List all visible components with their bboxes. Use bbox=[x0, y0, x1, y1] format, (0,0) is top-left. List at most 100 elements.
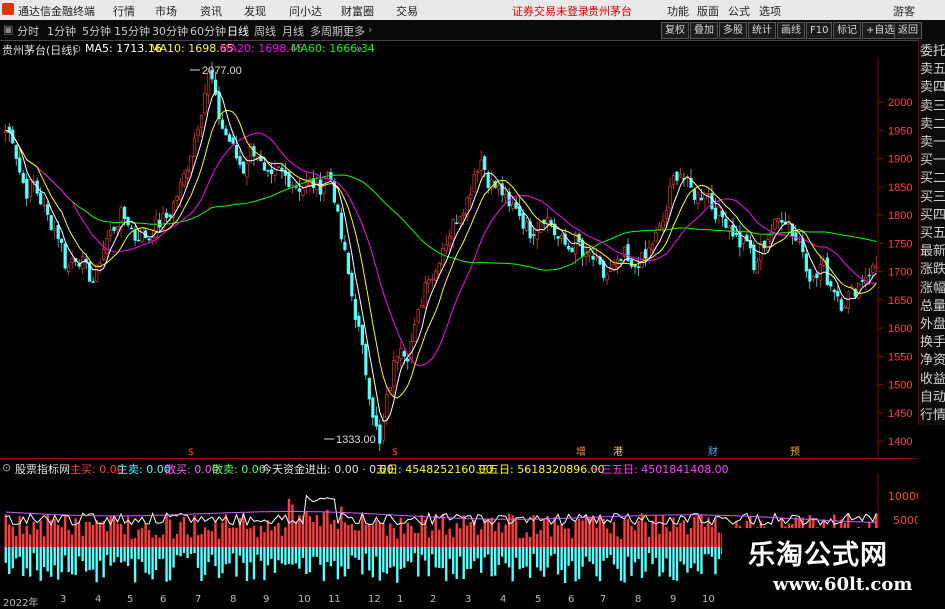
menu-layout[interactable]: 版面 bbox=[697, 3, 719, 19]
tab-more[interactable]: 更多 bbox=[343, 23, 365, 39]
flow-bar-in bbox=[270, 530, 273, 547]
event-marker[interactable]: 财 bbox=[708, 445, 718, 458]
adjust-button[interactable]: 复权 bbox=[661, 22, 689, 39]
flow-bar-in bbox=[357, 530, 361, 547]
tab-5min[interactable]: 5分钟 bbox=[82, 23, 111, 39]
flow-bar-in bbox=[102, 520, 105, 547]
flow-bar-in bbox=[570, 538, 574, 547]
menu-ask[interactable]: 问小达 bbox=[289, 3, 322, 19]
flow-bar-in bbox=[507, 513, 511, 547]
flow-bar-out bbox=[350, 547, 354, 556]
flow-bar-in bbox=[277, 522, 280, 547]
panel-label: 卖二 bbox=[920, 116, 945, 132]
flow-bar-out bbox=[291, 547, 294, 565]
flow-bar-in bbox=[137, 529, 140, 547]
tab-30min[interactable]: 30分钟 bbox=[152, 23, 188, 39]
flow-bar-out bbox=[4, 547, 7, 563]
legend-expand-icon[interactable]: » bbox=[356, 42, 363, 55]
candle-body bbox=[357, 315, 361, 327]
tab-daily[interactable]: 日线 bbox=[227, 23, 249, 39]
back-button[interactable]: 返回 bbox=[894, 22, 922, 39]
tab-1min[interactable]: 1分钟 bbox=[47, 23, 76, 39]
flow-bar-out bbox=[445, 547, 448, 582]
x-tick-label: 10 bbox=[298, 594, 311, 605]
y-tick-label: 1700 bbox=[888, 267, 912, 279]
flow-bar-out bbox=[368, 547, 371, 571]
flow-bar-out bbox=[361, 547, 364, 575]
flow-bar-in bbox=[535, 533, 539, 547]
flow-bar-in bbox=[308, 516, 312, 547]
menu-news[interactable]: 资讯 bbox=[200, 3, 222, 19]
flow-bar-out bbox=[179, 547, 182, 557]
event-marker[interactable]: $ bbox=[392, 447, 398, 458]
menu-formula[interactable]: 公式 bbox=[728, 3, 750, 19]
flow-bar-in bbox=[182, 516, 186, 547]
legend-gear-icon[interactable]: ⊙ bbox=[72, 42, 81, 55]
flow-bar-out bbox=[389, 547, 392, 568]
flow-bar-in bbox=[717, 532, 721, 547]
event-marker[interactable]: 预 bbox=[790, 446, 800, 458]
menu-market[interactable]: 市场 bbox=[155, 3, 177, 19]
event-marker[interactable]: 港 bbox=[613, 446, 623, 458]
panel-label: 买五 bbox=[920, 226, 945, 241]
candle-body bbox=[168, 214, 172, 217]
menu-discover[interactable]: 发现 bbox=[244, 3, 266, 19]
candle-body bbox=[780, 219, 784, 223]
panel-label[interactable]: 自动 bbox=[920, 390, 945, 407]
flow-bar-out bbox=[144, 547, 147, 573]
guest-label[interactable]: 游客 bbox=[893, 3, 915, 19]
add-favorite-button[interactable]: +自选 bbox=[862, 22, 899, 39]
candle-body bbox=[266, 169, 270, 172]
menu-quote[interactable]: 行情 bbox=[113, 3, 135, 19]
menu-function[interactable]: 功能 bbox=[667, 3, 689, 19]
flow-bar-in bbox=[119, 524, 123, 547]
flow-bar-out bbox=[252, 547, 256, 580]
tab-monthly[interactable]: 月线 bbox=[282, 23, 304, 39]
f10-button[interactable]: F10 bbox=[806, 22, 833, 39]
login-warning[interactable]: 证券交易未登录 bbox=[512, 3, 589, 19]
flow-bar-out bbox=[140, 547, 144, 562]
flow-bar-out bbox=[602, 547, 605, 561]
candle-body bbox=[860, 280, 864, 282]
flow-bar-out bbox=[312, 547, 315, 557]
flow-bar-in bbox=[668, 531, 672, 547]
toolbar-icon[interactable]: ▣ bbox=[3, 23, 13, 36]
flow-bar-in bbox=[29, 534, 32, 547]
candle-body bbox=[787, 223, 791, 225]
menu-trade[interactable]: 交易 bbox=[396, 3, 418, 19]
panel-label: 买一 bbox=[920, 153, 945, 169]
draw-button[interactable]: 画线 bbox=[777, 22, 805, 39]
flow-bar-in bbox=[368, 523, 371, 547]
indicator-y-label: 5000 bbox=[893, 514, 918, 527]
tab-intraday[interactable]: 分时 bbox=[17, 23, 39, 39]
more-chevron-icon[interactable]: › bbox=[368, 23, 372, 36]
flow-bar-in bbox=[654, 514, 658, 547]
candle-body bbox=[416, 309, 420, 323]
tab-15min[interactable]: 15分钟 bbox=[114, 23, 150, 39]
flow-bar-out bbox=[556, 547, 560, 575]
flow-bar-in bbox=[441, 514, 444, 547]
flow-bar-in bbox=[242, 513, 245, 547]
candle-body bbox=[678, 174, 683, 178]
panel-label[interactable]: 行情 bbox=[920, 408, 945, 425]
flow-bar-in bbox=[710, 526, 714, 547]
tab-weekly[interactable]: 周线 bbox=[254, 23, 276, 39]
event-marker[interactable]: $ bbox=[188, 447, 194, 458]
tab-multi-period[interactable]: 多周期 bbox=[310, 23, 343, 39]
overlay-button[interactable]: 叠加 bbox=[690, 22, 718, 39]
event-marker[interactable]: 增 bbox=[576, 445, 586, 458]
stats-button[interactable]: 统计 bbox=[748, 22, 776, 39]
indicator-gear-icon[interactable]: ⊙ bbox=[2, 461, 11, 474]
menu-options[interactable]: 选项 bbox=[759, 3, 781, 19]
flow-bar-out bbox=[396, 547, 399, 583]
kline-chart[interactable]: 2000 1950 1900 1850 1800 1750 1700 1650 1600 1550… bbox=[0, 57, 918, 458]
flow-bar-out bbox=[591, 547, 595, 565]
candle-body bbox=[381, 420, 385, 441]
candle-body bbox=[304, 182, 309, 187]
tab-60min[interactable]: 60分钟 bbox=[190, 23, 226, 39]
menu-wealth[interactable]: 财富圈 bbox=[341, 3, 374, 19]
multi-stock-button[interactable]: 多股 bbox=[719, 22, 747, 39]
flow-bar-out bbox=[623, 547, 626, 583]
mark-button[interactable]: 标记 bbox=[833, 22, 861, 39]
flow-bar-in bbox=[427, 537, 430, 547]
